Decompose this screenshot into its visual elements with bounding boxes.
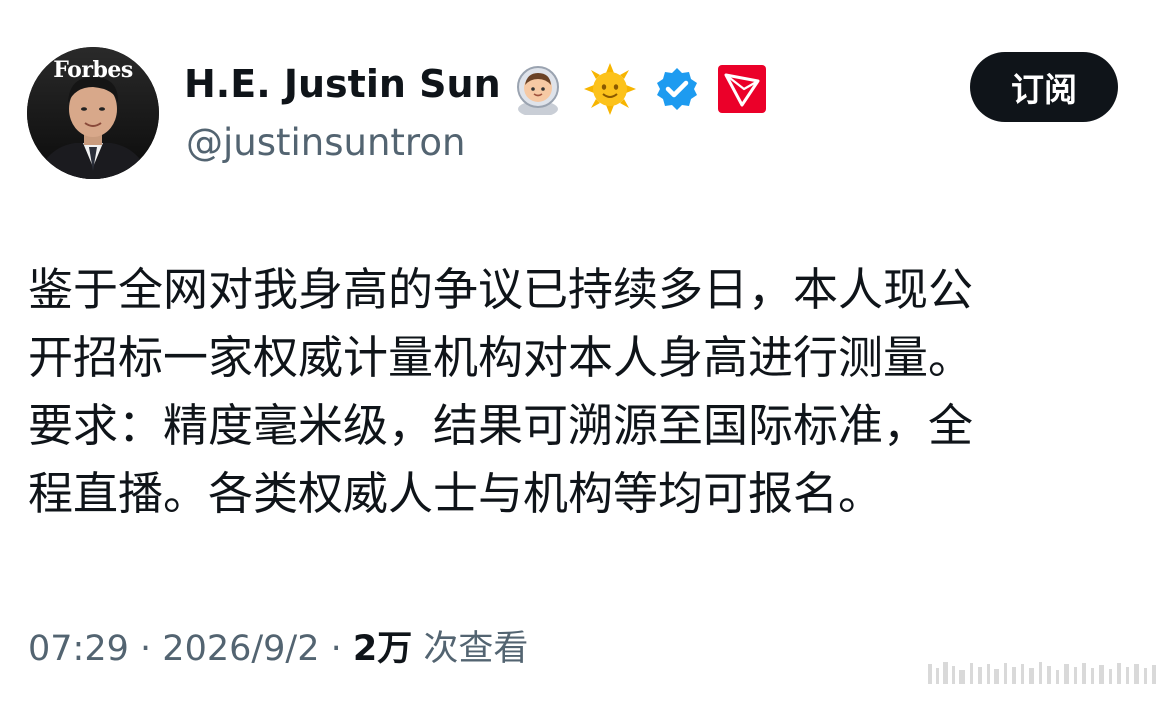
tweet-meta: 07:29 · 2026/9/2 · 2万 次查看 — [28, 620, 528, 671]
tweet-text-line: 鉴于全网对我身高的争议已持续多日，本人现公 — [28, 263, 974, 316]
meta-separator: · — [330, 629, 342, 669]
tweet-date[interactable]: 2026/9/2 — [162, 629, 319, 669]
astronaut-icon — [510, 63, 566, 117]
tweet-text-line: 程直播。各类权威人士与机构等均可报名。 — [28, 467, 884, 520]
author-avatar[interactable]: Forbes — [27, 47, 159, 179]
subscribe-button[interactable]: 订阅 — [970, 52, 1118, 122]
tweet-text: 鉴于全网对我身高的争议已持续多日，本人现公 开招标一家权威计量机构对本人身高进行… — [28, 256, 1158, 528]
watermark-graphic — [928, 662, 1156, 684]
tweet-time[interactable]: 07:29 — [28, 629, 129, 669]
verified-badge-icon[interactable] — [654, 66, 700, 112]
sun-face-icon — [584, 63, 636, 115]
author-name[interactable]: H.E. Justin Sun — [184, 62, 501, 106]
views-count: 2万 — [352, 629, 413, 669]
avatar-caption: Forbes — [53, 57, 133, 83]
author-handle[interactable]: @justinsuntron — [186, 121, 465, 164]
views-label: 次查看 — [423, 629, 529, 669]
tweet-text-line: 要求：精度毫米级，结果可溯源至国际标准，全 — [28, 399, 974, 452]
tweet-text-line: 开招标一家权威计量机构对本人身高进行测量。 — [28, 331, 974, 384]
name-badges — [510, 63, 766, 117]
tron-logo-icon[interactable] — [718, 65, 766, 113]
meta-separator: · — [140, 629, 152, 669]
